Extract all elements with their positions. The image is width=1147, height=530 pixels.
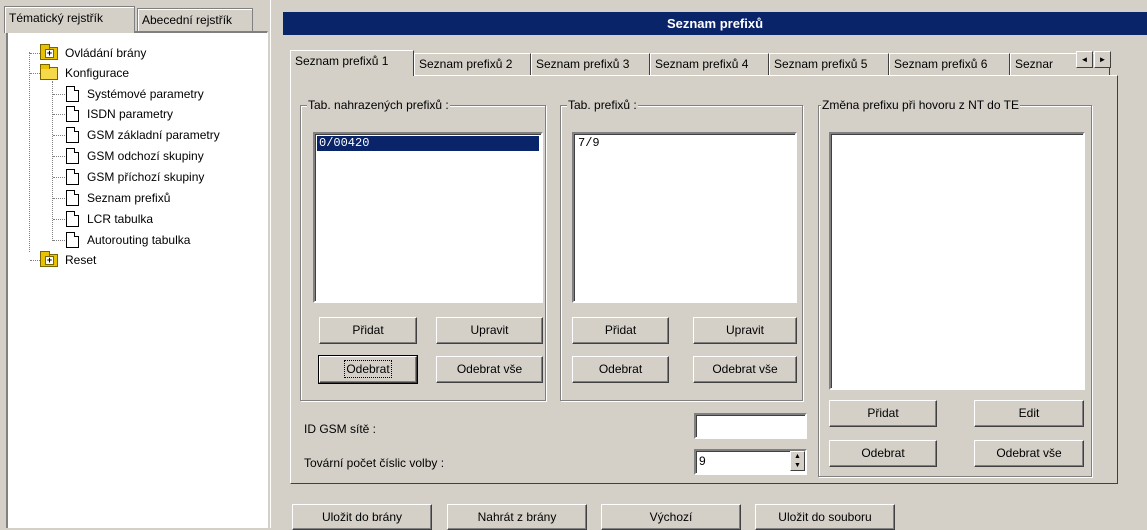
prefix-tabs: Seznam prefixů 1 Seznam prefixů 2 Seznam… — [290, 50, 1110, 76]
add-nt-te-button[interactable]: Přidat — [829, 400, 937, 427]
tree-connector — [53, 177, 67, 178]
group-label: Změna prefixu při hovoru z NT do TE — [821, 98, 1020, 112]
page-title: Seznam prefixů — [283, 12, 1147, 35]
open-folder-icon — [40, 64, 58, 80]
tree-connector — [53, 219, 67, 220]
folder-icon: + — [40, 44, 58, 60]
tab-prefix-4[interactable]: Seznam prefixů 4 — [650, 53, 769, 76]
save-to-file-button[interactable]: Uložit do souboru — [755, 504, 895, 530]
remove-prefix-button[interactable]: Odebrat — [572, 356, 669, 383]
tree-item-lcr[interactable]: LCR tabulka — [44, 209, 264, 229]
tab-prefix-6[interactable]: Seznam prefixů 6 — [889, 53, 1010, 76]
tree-item-label: Ovládání brány — [65, 46, 147, 60]
gsm-id-label: ID GSM sítě : — [304, 422, 377, 436]
tree-item-konfigurace[interactable]: Konfigurace — [18, 63, 258, 83]
digits-label: Tovární počet číslic volby : — [304, 456, 445, 470]
tab-prefix-2[interactable]: Seznam prefixů 2 — [414, 53, 531, 76]
document-icon — [66, 190, 79, 206]
gsm-id-input[interactable] — [694, 413, 807, 439]
load-from-gateway-button[interactable]: Nahrát z brány — [447, 504, 587, 530]
tree-item-label: GSM základní parametry — [87, 128, 220, 142]
list-item[interactable]: 0/00420 — [317, 136, 539, 151]
default-button[interactable]: Výchozí — [601, 504, 741, 530]
edit-prefix-button[interactable]: Upravit — [693, 317, 797, 344]
quantity-stepper[interactable]: ▲ ▼ — [790, 451, 805, 471]
tree-item-label: LCR tabulka — [87, 212, 154, 226]
add-replaced-button[interactable]: Přidat — [319, 317, 417, 344]
tree-item-ovladani[interactable]: + Ovládání brány — [18, 43, 258, 63]
folder-icon: + — [40, 251, 58, 267]
tree-item-label: Konfigurace — [65, 66, 130, 80]
document-icon — [66, 86, 79, 102]
tree-item-seznam-prefixu[interactable]: Seznam prefixů — [44, 188, 264, 208]
group-label: Tab. prefixů : — [567, 98, 638, 112]
document-icon — [66, 148, 79, 164]
tree-connector — [53, 198, 67, 199]
tree-item-gsm-zakladni[interactable]: GSM základní parametry — [44, 125, 264, 145]
tree-connector — [53, 135, 67, 136]
tree-item-systemove[interactable]: Systémové parametry — [44, 84, 264, 104]
remove-nt-te-button[interactable]: Odebrat — [829, 440, 937, 467]
prefixes-group: Tab. prefixů : 7/9 Přidat Upravit Odebra… — [560, 98, 803, 401]
document-icon — [66, 211, 79, 227]
remove-all-nt-te-button[interactable]: Odebrat vše — [974, 440, 1084, 467]
scroll-left-icon[interactable]: ◄ — [1076, 51, 1093, 68]
digits-value: 9 — [699, 454, 706, 468]
tree-item-autorouting[interactable]: Autorouting tabulka — [44, 230, 264, 250]
nt-te-prefix-group: Změna prefixu při hovoru z NT do TE Přid… — [818, 98, 1092, 477]
remove-all-prefixes-button[interactable]: Odebrat vše — [693, 356, 797, 383]
tree-item-label: Autorouting tabulka — [87, 233, 191, 247]
edit-nt-te-button[interactable]: Edit — [974, 400, 1084, 427]
tree-item-gsm-prichozi[interactable]: GSM příchozí skupiny — [44, 167, 264, 187]
spin-down-icon[interactable]: ▼ — [791, 461, 804, 470]
remove-all-replaced-button[interactable]: Odebrat vše — [436, 356, 543, 383]
tree-connector — [53, 240, 67, 241]
document-icon — [66, 106, 79, 122]
tree-connector — [53, 94, 67, 95]
remove-replaced-button[interactable]: Odebrat — [318, 355, 418, 384]
tab-thematic-index[interactable]: Tématický rejstřík — [4, 6, 135, 33]
tree-connector — [30, 260, 40, 261]
tree-view[interactable]: + Ovládání brány Konfigurace Systémové p… — [6, 31, 268, 528]
document-icon — [66, 232, 79, 248]
tab-prefix-3[interactable]: Seznam prefixů 3 — [531, 53, 650, 76]
tree-item-label: Systémové parametry — [87, 87, 204, 101]
spin-up-icon[interactable]: ▲ — [791, 452, 804, 461]
tree-item-label: Seznam prefixů — [87, 191, 171, 205]
tab-alphabetic-index[interactable]: Abecední rejstřík — [137, 8, 253, 32]
tree-connector — [30, 73, 40, 74]
button-label: Odebrat — [344, 360, 392, 378]
save-to-gateway-button[interactable]: Uložit do brány — [292, 504, 432, 530]
tab-panel: Tab. nahrazených prefixů : 0/00420 Přida… — [290, 75, 1118, 484]
replaced-prefixes-list[interactable]: 0/00420 — [313, 132, 543, 303]
tree-item-label: GSM odchozí skupiny — [87, 149, 204, 163]
tree-connector — [53, 114, 67, 115]
tree-item-isdn[interactable]: ISDN parametry — [44, 104, 264, 124]
add-prefix-button[interactable]: Přidat — [572, 317, 669, 344]
digits-input[interactable]: 9 ▲ ▼ — [694, 449, 807, 475]
tree-item-gsm-odchozi[interactable]: GSM odchozí skupiny — [44, 146, 264, 166]
tree-item-label: GSM příchozí skupiny — [87, 170, 205, 184]
scroll-right-icon[interactable]: ► — [1094, 51, 1111, 68]
replaced-prefixes-group: Tab. nahrazených prefixů : 0/00420 Přida… — [300, 98, 546, 401]
document-icon — [66, 169, 79, 185]
tab-prefix-5[interactable]: Seznam prefixů 5 — [769, 53, 889, 76]
pane-splitter[interactable] — [270, 0, 283, 528]
tree-item-label: ISDN parametry — [87, 107, 174, 121]
tree-item-reset[interactable]: + Reset — [18, 250, 258, 270]
tree-item-label: Reset — [65, 253, 97, 267]
group-label: Tab. nahrazených prefixů : — [307, 98, 450, 112]
tree-connector — [53, 156, 67, 157]
nt-te-list[interactable] — [829, 132, 1085, 390]
edit-replaced-button[interactable]: Upravit — [436, 317, 543, 344]
document-icon — [66, 127, 79, 143]
list-item[interactable]: 7/9 — [576, 136, 793, 151]
prefixes-list[interactable]: 7/9 — [572, 132, 797, 303]
tab-prefix-1[interactable]: Seznam prefixů 1 — [290, 50, 414, 76]
tree-connector — [30, 53, 40, 54]
